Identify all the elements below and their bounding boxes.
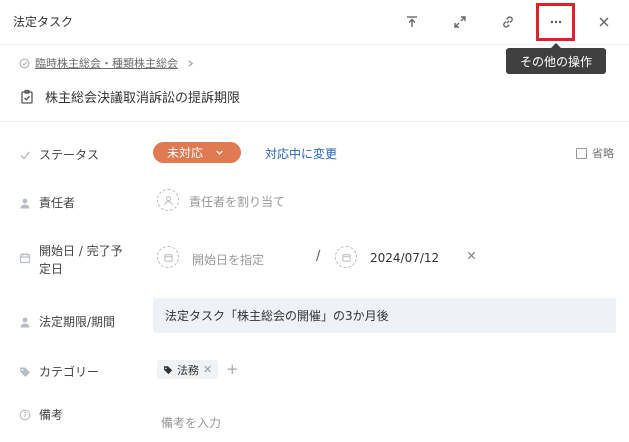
status-dropdown[interactable]: 未対応 xyxy=(153,142,241,163)
tag-icon xyxy=(163,365,173,375)
person-icon xyxy=(18,315,32,329)
dates-label-line2: 定日 xyxy=(39,262,64,276)
assignee-label: 責任者 xyxy=(18,194,75,211)
tag-icon xyxy=(18,365,32,379)
notes-input[interactable]: 備考を入力 xyxy=(161,414,221,431)
add-category-icon[interactable]: + xyxy=(226,360,239,378)
due-date-value[interactable]: 2024/07/12 xyxy=(370,251,439,265)
remove-tag-icon[interactable]: ✕ xyxy=(203,363,212,376)
date-separator: / xyxy=(316,249,321,264)
clipboard-check-icon xyxy=(19,89,35,105)
deadline-value-box: 法定タスク「株主総会の開催」の3か月後 xyxy=(153,298,616,333)
dates-label-line1: 開始日 / 完了予 xyxy=(39,244,123,258)
status-value: 未対応 xyxy=(167,146,204,160)
link-icon[interactable] xyxy=(496,10,520,34)
assignee-avatar-placeholder[interactable] xyxy=(157,189,179,211)
category-label: カテゴリー xyxy=(18,363,99,380)
dates-label: 開始日 / 完了予 定日 xyxy=(18,242,123,278)
panel-title: 法定タスク xyxy=(13,15,74,29)
chevron-down-icon xyxy=(215,148,224,157)
category-tag[interactable]: 法務 ✕ xyxy=(157,360,219,379)
clear-date-icon[interactable] xyxy=(466,250,477,261)
person-icon xyxy=(18,196,32,210)
checkbox-box[interactable] xyxy=(576,147,587,159)
task-title-text: 株主総会決議取消訴訟の提訴期限 xyxy=(45,91,241,106)
top-bar: 法定タスク xyxy=(0,0,629,45)
notes-label: 備考 xyxy=(18,406,63,423)
move-to-top-icon[interactable] xyxy=(400,10,424,34)
breadcrumb: 臨時株主総会・種類株主総会 xyxy=(19,55,195,71)
omit-label: 省略 xyxy=(592,147,614,160)
category-tag-label: 法務 xyxy=(177,363,199,377)
info-icon xyxy=(18,408,32,422)
start-date-calendar-icon[interactable] xyxy=(157,246,179,268)
more-actions-highlight xyxy=(536,3,575,41)
breadcrumb-parent-link[interactable]: 臨時株主総会・種類株主総会 xyxy=(35,55,178,71)
task-title: 株主総会決議取消訴訟の提訴期限 xyxy=(19,87,240,106)
deadline-value: 法定タスク「株主総会の開催」の3か月後 xyxy=(165,309,389,323)
chevron-right-icon xyxy=(186,59,195,68)
header-divider xyxy=(0,121,629,122)
omit-checkbox[interactable]: 省略 xyxy=(576,145,614,161)
more-actions-tooltip: その他の操作 xyxy=(506,43,606,74)
status-label: ステータス xyxy=(18,146,99,163)
assignee-placeholder[interactable]: 責任者を割り当て xyxy=(189,193,285,210)
goal-icon xyxy=(19,58,30,69)
expand-icon[interactable] xyxy=(448,10,472,34)
start-date-placeholder[interactable]: 開始日を指定 xyxy=(192,251,264,268)
check-icon xyxy=(18,148,32,162)
deadline-label: 法定期限/期間 xyxy=(18,313,115,330)
due-date-calendar-icon[interactable] xyxy=(335,246,357,268)
change-status-link[interactable]: 対応中に変更 xyxy=(265,145,337,162)
close-icon[interactable] xyxy=(592,10,616,34)
calendar-icon xyxy=(18,251,32,265)
